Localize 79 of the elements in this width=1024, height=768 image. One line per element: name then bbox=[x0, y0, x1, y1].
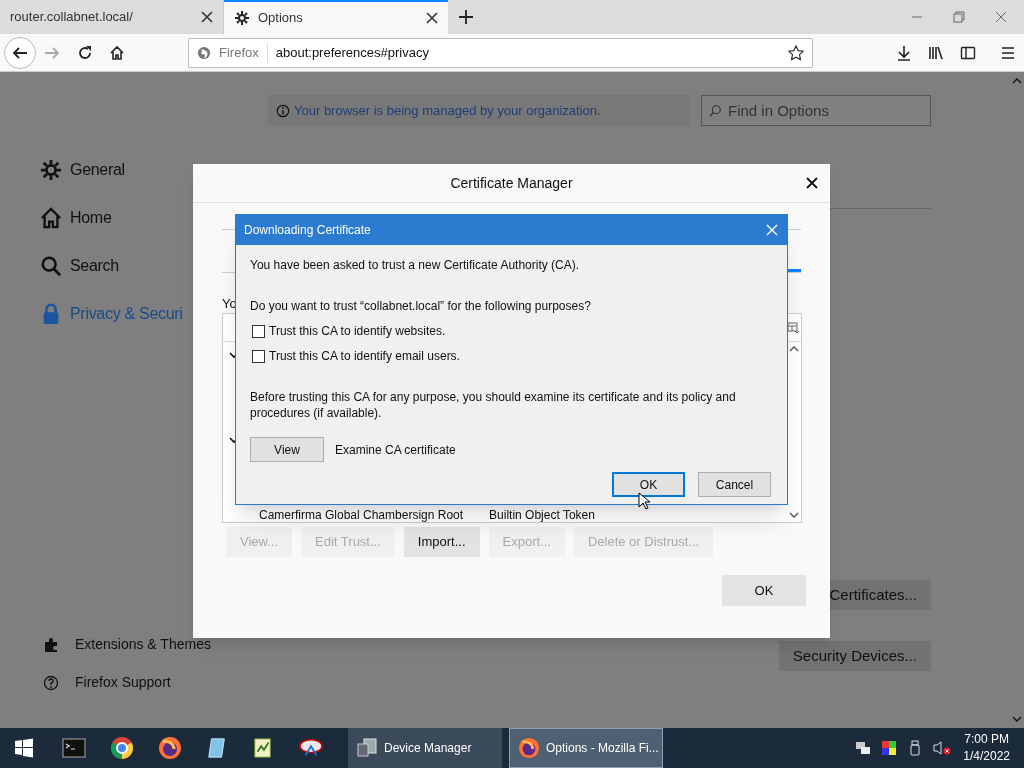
fox-browser-icon[interactable] bbox=[158, 736, 182, 760]
terminal-icon[interactable] bbox=[62, 738, 86, 758]
dialog-button[interactable]: OK bbox=[612, 472, 685, 497]
search-icon bbox=[708, 103, 722, 118]
sidebar-icon[interactable] bbox=[960, 44, 976, 61]
chart-document-icon[interactable] bbox=[252, 737, 274, 759]
close-icon[interactable] bbox=[806, 177, 818, 189]
taskbar-button[interactable]: Device Manager bbox=[348, 728, 502, 768]
restore-icon[interactable] bbox=[953, 11, 965, 23]
start-icon[interactable] bbox=[14, 738, 34, 758]
date-text: 1/4/2022 bbox=[963, 748, 1010, 765]
button-caption: Examine CA certificate bbox=[335, 441, 456, 459]
time-text: 7:00 PM bbox=[964, 731, 1009, 748]
sidebar-link[interactable]: Firefox Support bbox=[75, 672, 171, 693]
view-button[interactable]: View bbox=[250, 437, 324, 462]
taskbar-button[interactable]: Options - Mozilla Fi... bbox=[509, 728, 663, 768]
search-field[interactable]: Find in Options bbox=[728, 97, 924, 124]
bookmark-star-icon[interactable] bbox=[788, 44, 804, 61]
clock[interactable]: 7:00 PM 1/4/2022 bbox=[963, 731, 1010, 765]
display-icon[interactable] bbox=[881, 740, 898, 756]
home-icon bbox=[40, 207, 62, 229]
sidebar-item[interactable]: General bbox=[70, 158, 125, 182]
sidebar-item[interactable]: Home bbox=[70, 206, 112, 230]
scroll-down-icon[interactable] bbox=[789, 512, 799, 518]
download-icon[interactable] bbox=[896, 44, 912, 61]
network-icon[interactable] bbox=[855, 740, 872, 756]
dialog-title: Downloading Certificate bbox=[244, 222, 371, 239]
sidebar-link[interactable]: Extensions & Themes bbox=[75, 634, 211, 655]
dialog-button[interactable]: Cancel bbox=[698, 472, 771, 497]
home-icon[interactable] bbox=[109, 44, 125, 61]
gear-icon bbox=[40, 159, 62, 181]
dialog-note: Before trusting this CA for any purpose, you should examine its certificate and its policy and procedures (if available). bbox=[250, 389, 737, 421]
column-picker-icon[interactable] bbox=[787, 321, 799, 334]
scroll-up-icon[interactable] bbox=[789, 346, 799, 352]
back-button[interactable] bbox=[4, 36, 36, 69]
checkbox[interactable] bbox=[252, 349, 265, 363]
fox-browser-icon bbox=[518, 737, 540, 759]
browser-icon[interactable] bbox=[110, 736, 134, 760]
tab-title: Options bbox=[258, 9, 304, 28]
search-icon bbox=[40, 255, 62, 277]
dialog-question: Do you want to trust “collabnet.local” for the following purposes? bbox=[250, 298, 592, 315]
help-icon bbox=[43, 674, 59, 691]
reload-icon[interactable] bbox=[77, 44, 93, 61]
checkbox-label: Trust this CA to identify websites. bbox=[269, 323, 446, 340]
checkbox[interactable] bbox=[252, 324, 265, 338]
taskbar-label: Device Manager bbox=[384, 740, 472, 757]
scroll-down-icon[interactable] bbox=[1012, 716, 1022, 722]
mouse-pointer-icon bbox=[638, 492, 650, 510]
library-icon[interactable] bbox=[928, 44, 944, 61]
identity-label: Firefox bbox=[219, 42, 268, 63]
checkbox-label: Trust this CA to identify email users. bbox=[269, 348, 460, 365]
ok-button[interactable]: OK bbox=[722, 575, 806, 606]
sidebar-item[interactable]: Search bbox=[70, 254, 119, 278]
address-bar[interactable]: Firefox about:preferences#privacy bbox=[188, 37, 813, 68]
info-icon bbox=[276, 103, 290, 118]
browser-logo-icon bbox=[197, 45, 211, 60]
settings-button[interactable]: Security Devices... bbox=[778, 641, 931, 671]
glass-icon[interactable] bbox=[206, 737, 228, 759]
table-cell: Builtin Object Token bbox=[489, 509, 595, 522]
dialog-title: Certificate Manager bbox=[450, 173, 573, 193]
search-box[interactable]: Find in Options bbox=[701, 95, 931, 126]
managed-notice: Your browser is being managed by your organization. bbox=[294, 101, 601, 120]
close-icon[interactable] bbox=[426, 12, 438, 24]
dialog-button[interactable]: Import... bbox=[403, 527, 480, 557]
muted-speaker-icon[interactable] bbox=[933, 740, 952, 756]
puzzle-piece-icon bbox=[43, 636, 59, 653]
url-text: about:preferences#privacy bbox=[275, 43, 430, 62]
gear-icon bbox=[234, 10, 250, 26]
browser-tab[interactable]: Options bbox=[224, 0, 448, 34]
menu-icon[interactable] bbox=[1000, 44, 1016, 61]
back-arrow-icon bbox=[12, 44, 28, 61]
close-icon[interactable] bbox=[201, 11, 213, 23]
new-tab-icon[interactable] bbox=[458, 9, 474, 25]
taskbar-label: Options - Mozilla Fi... bbox=[546, 740, 659, 757]
computer-icon bbox=[356, 738, 378, 758]
table-cell: Camerfirma Global Chambersign Root bbox=[259, 509, 464, 522]
dialog-message: You have been asked to trust a new Certificate Authority (CA). bbox=[250, 257, 581, 274]
scroll-up-icon[interactable] bbox=[1012, 78, 1022, 84]
tab-title: router.collabnet.local/ bbox=[10, 8, 134, 27]
